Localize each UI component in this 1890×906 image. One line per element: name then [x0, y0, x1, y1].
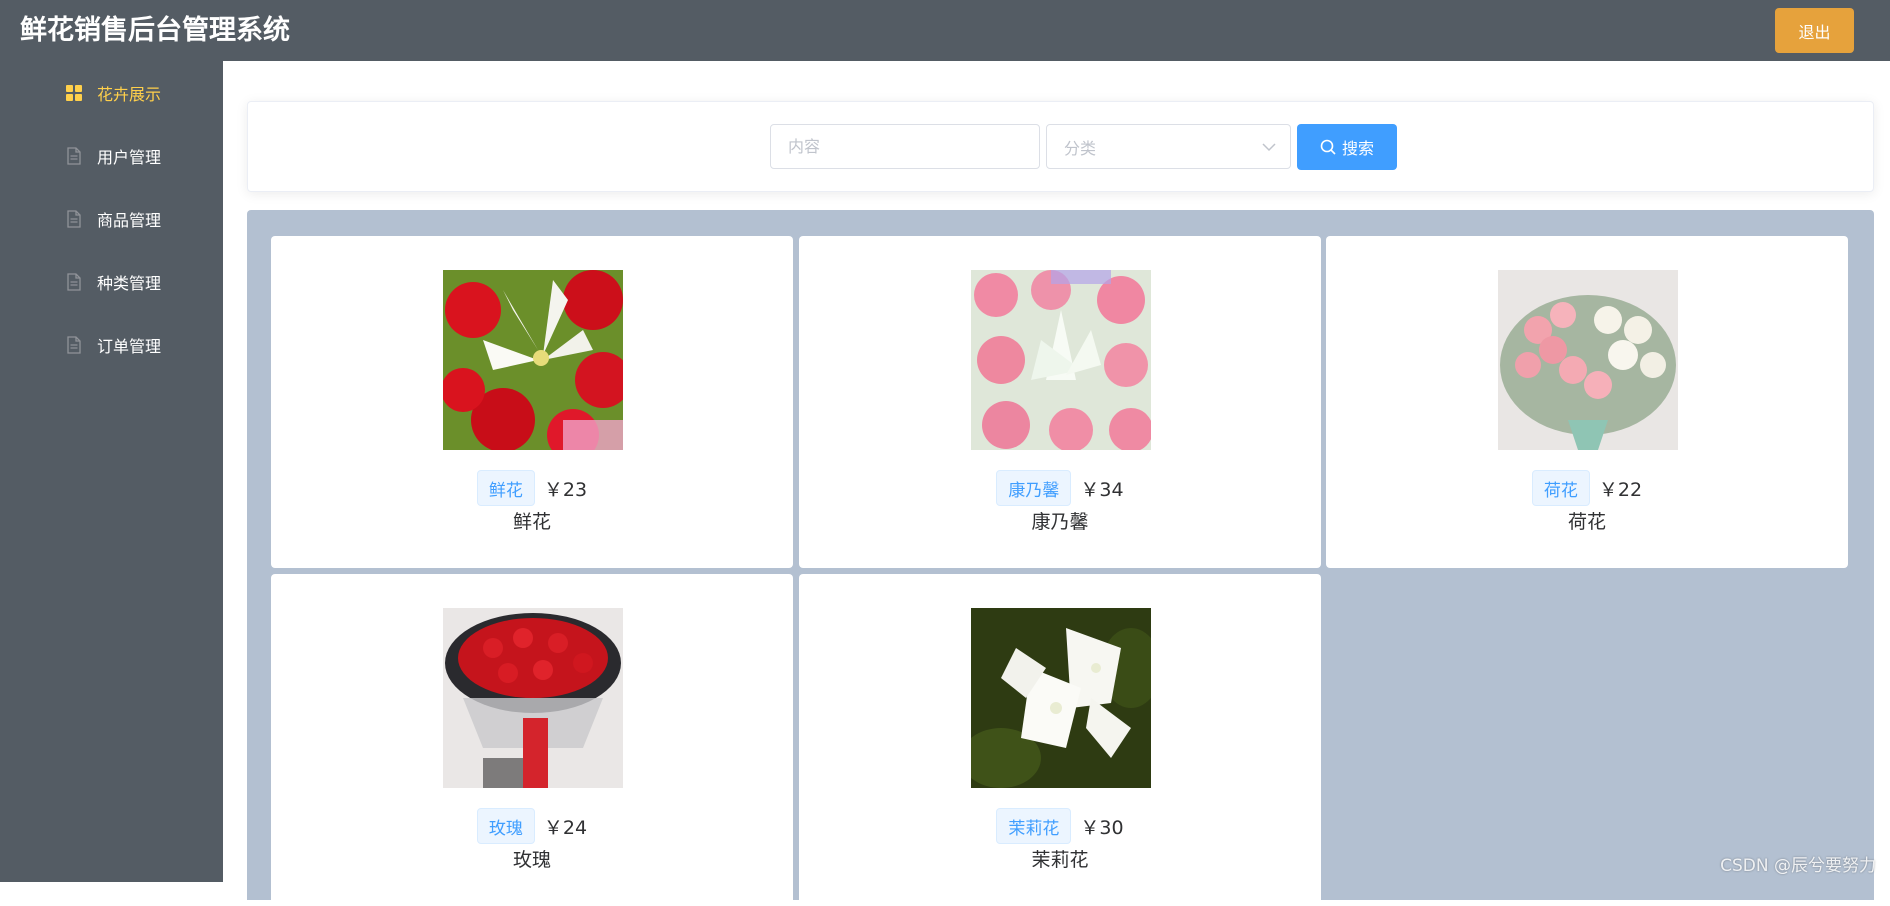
sidebar-item-label: 用户管理	[97, 147, 162, 167]
sidebar-item-category-management[interactable]: 种类管理	[0, 250, 223, 313]
product-price: ￥22	[1598, 478, 1643, 501]
sidebar-item-flower-display[interactable]: 花卉展示	[0, 61, 223, 124]
category-select-placeholder: 分类	[1064, 138, 1097, 158]
product-price: ￥23	[543, 478, 588, 501]
product-card[interactable]: 茉莉花 ￥30 茉莉花	[799, 574, 1321, 906]
product-name: 鲜花	[512, 511, 551, 533]
category-tag: 茉莉花	[996, 808, 1072, 844]
document-icon	[66, 335, 82, 354]
main-content: 分类 搜索	[223, 61, 1890, 906]
product-meta: 茉莉花 ￥30	[799, 808, 1321, 844]
category-select[interactable]: 分类	[1046, 124, 1291, 169]
product-meta: 鲜花 ￥23	[271, 470, 793, 506]
app-title: 鲜花销售后台管理系统	[20, 15, 290, 46]
product-card[interactable]: 鲜花 ￥23 鲜花	[271, 236, 793, 568]
product-meta: 康乃馨 ￥34	[799, 470, 1321, 506]
product-price: ￥24	[543, 816, 588, 839]
logout-button[interactable]: 退出	[1775, 8, 1854, 53]
product-image	[971, 608, 1151, 788]
product-image	[971, 270, 1151, 450]
product-card[interactable]: 荷花 ￥22 荷花	[1326, 236, 1848, 568]
search-button-label: 搜索	[1341, 139, 1374, 158]
document-icon	[66, 209, 82, 228]
sidebar-item-label: 花卉展示	[97, 84, 162, 104]
grid-icon	[66, 84, 82, 102]
sidebar-item-label: 订单管理	[97, 336, 162, 356]
product-grid: 鲜花 ￥23 鲜花 康乃馨 ￥34 康乃馨 荷花 ￥22 荷花 玫瑰 ￥24 玫…	[247, 210, 1874, 906]
document-icon	[66, 146, 82, 165]
sidebar-menu: 花卉展示 用户管理 商品管理 种类管理 订单管理	[0, 61, 223, 882]
product-name: 康乃馨	[1031, 511, 1089, 533]
chevron-down-icon	[1262, 137, 1276, 156]
product-card[interactable]: 玫瑰 ￥24 玫瑰	[271, 574, 793, 906]
category-tag: 康乃馨	[996, 470, 1072, 506]
product-image	[443, 608, 623, 788]
product-name: 玫瑰	[512, 849, 551, 871]
product-image	[443, 270, 623, 450]
sidebar-item-user-management[interactable]: 用户管理	[0, 124, 223, 187]
category-tag: 荷花	[1531, 470, 1590, 506]
sidebar-item-label: 商品管理	[97, 210, 162, 230]
category-tag: 玫瑰	[476, 808, 535, 844]
category-tag: 鲜花	[476, 470, 535, 506]
document-icon	[66, 272, 82, 291]
product-meta: 荷花 ￥22	[1326, 470, 1848, 506]
search-icon	[1320, 139, 1336, 155]
sidebar-item-label: 种类管理	[97, 273, 162, 293]
sidebar-item-order-management[interactable]: 订单管理	[0, 313, 223, 376]
product-price: ￥30	[1080, 816, 1124, 839]
search-button[interactable]: 搜索	[1297, 124, 1397, 170]
product-image	[1498, 270, 1678, 450]
sidebar-item-product-management[interactable]: 商品管理	[0, 187, 223, 250]
product-name: 荷花	[1567, 511, 1606, 533]
content-search-input[interactable]	[770, 124, 1040, 169]
product-card[interactable]: 康乃馨 ￥34 康乃馨	[799, 236, 1321, 568]
search-card: 分类 搜索	[247, 101, 1874, 192]
top-header: 鲜花销售后台管理系统 退出	[0, 0, 1890, 61]
product-meta: 玫瑰 ￥24	[271, 808, 793, 844]
product-name: 茉莉花	[1031, 849, 1089, 871]
watermark: CSDN @辰兮要努力	[1720, 856, 1876, 876]
product-price: ￥34	[1080, 478, 1124, 501]
